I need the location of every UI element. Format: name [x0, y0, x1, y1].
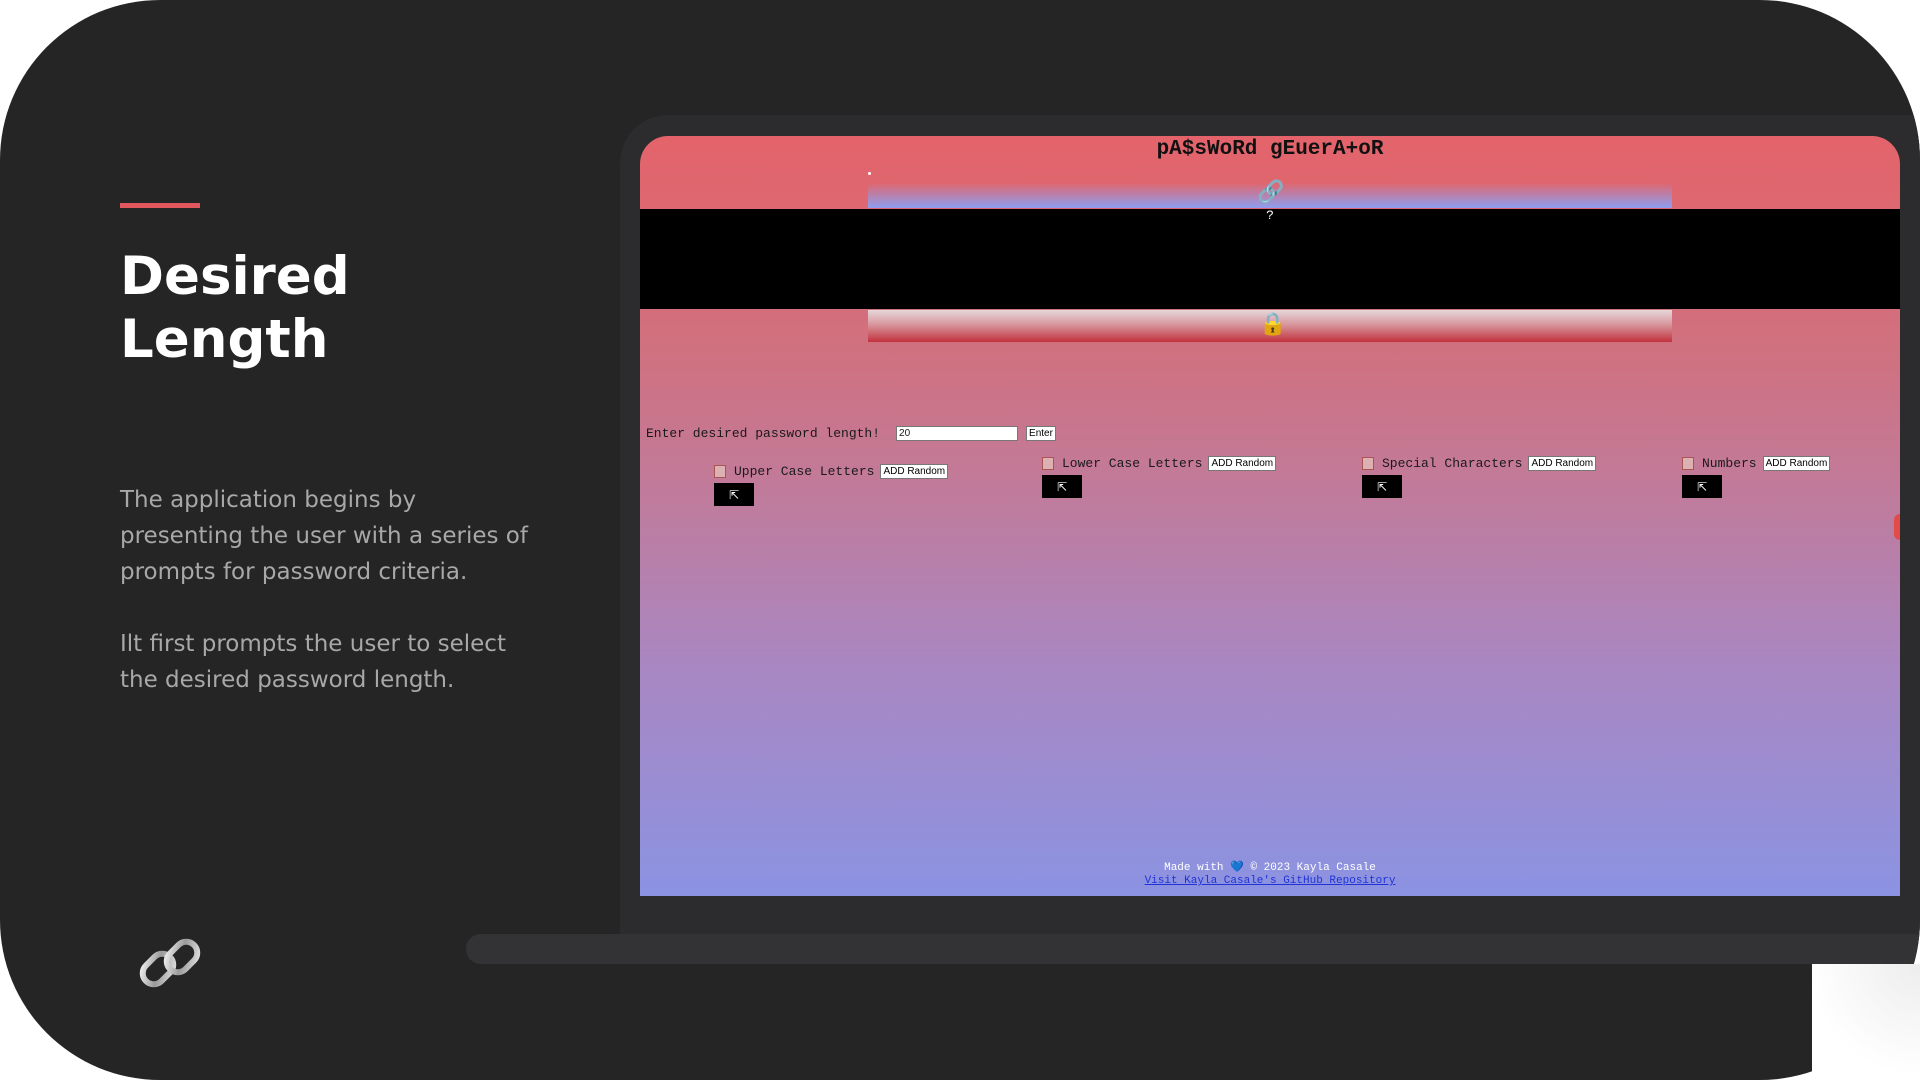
- slide-paragraph-1: The application begins by presenting the…: [120, 487, 528, 585]
- slide-heading: Desired Length: [120, 246, 350, 370]
- corner-shadow: [1812, 964, 1920, 1080]
- link-icon[interactable]: 🔗: [1257, 180, 1284, 206]
- special-checkbox[interactable]: [1362, 457, 1374, 470]
- lowercase-toggle-button[interactable]: ⇱: [1042, 475, 1082, 498]
- criteria-numbers: Numbers ADD Random ⇱: [1682, 456, 1831, 498]
- slide-paragraph-2: Ilt first prompts the user to select the…: [120, 631, 506, 693]
- length-label: Enter desired password length!: [646, 426, 881, 441]
- slide-background: Desired Length The application begins by…: [0, 0, 1920, 1080]
- special-label: Special Characters: [1382, 456, 1523, 471]
- numbers-toggle-button[interactable]: ⇱: [1682, 475, 1722, 498]
- lowercase-checkbox[interactable]: [1042, 457, 1054, 470]
- app-title: pA$sWoRd gEuerA+oR: [1156, 138, 1384, 161]
- criteria-special: Special Characters ADD Random ⇱: [1362, 456, 1597, 498]
- uppercase-add-random-button[interactable]: ADD Random: [880, 464, 949, 479]
- footer-copyright: © 2023 Kayla Casale: [1250, 862, 1376, 874]
- uppercase-checkbox[interactable]: [714, 465, 726, 478]
- laptop-base: [466, 934, 1920, 964]
- lock-icon[interactable]: 🔒: [1259, 312, 1286, 338]
- length-prompt: Enter desired password length! 20 Enter: [646, 426, 1056, 441]
- length-input[interactable]: 20: [896, 426, 1019, 441]
- uppercase-toggle-button[interactable]: ⇱: [714, 483, 754, 506]
- criteria-lowercase: Lower Case Letters ADD Random ⇱: [1042, 456, 1277, 498]
- footer-made-with: Made with: [1164, 862, 1224, 874]
- heart-icon: 💙: [1230, 862, 1244, 874]
- password-output-text: ?: [1266, 208, 1274, 223]
- link-icon: [139, 938, 201, 988]
- uppercase-label: Upper Case Letters: [734, 464, 875, 479]
- side-indicator: [1894, 514, 1900, 540]
- special-add-random-button[interactable]: ADD Random: [1528, 456, 1597, 471]
- decorative-dot: [868, 172, 871, 175]
- criteria-uppercase: Upper Case Letters ADD Random ⇱: [714, 464, 949, 506]
- github-link[interactable]: Visit Kayla Casale's GitHub Repository: [640, 875, 1900, 887]
- accent-line: [120, 203, 200, 208]
- lowercase-add-random-button[interactable]: ADD Random: [1208, 456, 1277, 471]
- numbers-label: Numbers: [1702, 456, 1757, 471]
- lowercase-label: Lower Case Letters: [1062, 456, 1203, 471]
- numbers-add-random-button[interactable]: ADD Random: [1762, 456, 1831, 471]
- password-output-area: [640, 209, 1900, 309]
- enter-button[interactable]: Enter: [1026, 426, 1056, 441]
- special-toggle-button[interactable]: ⇱: [1362, 475, 1402, 498]
- footer: Made with 💙 © 2023 Kayla Casale Visit Ka…: [640, 860, 1900, 887]
- app-screen: pA$sWoRd gEuerA+oR 🔗 ? 🔒 Enter desired p…: [640, 136, 1900, 896]
- numbers-checkbox[interactable]: [1682, 457, 1694, 470]
